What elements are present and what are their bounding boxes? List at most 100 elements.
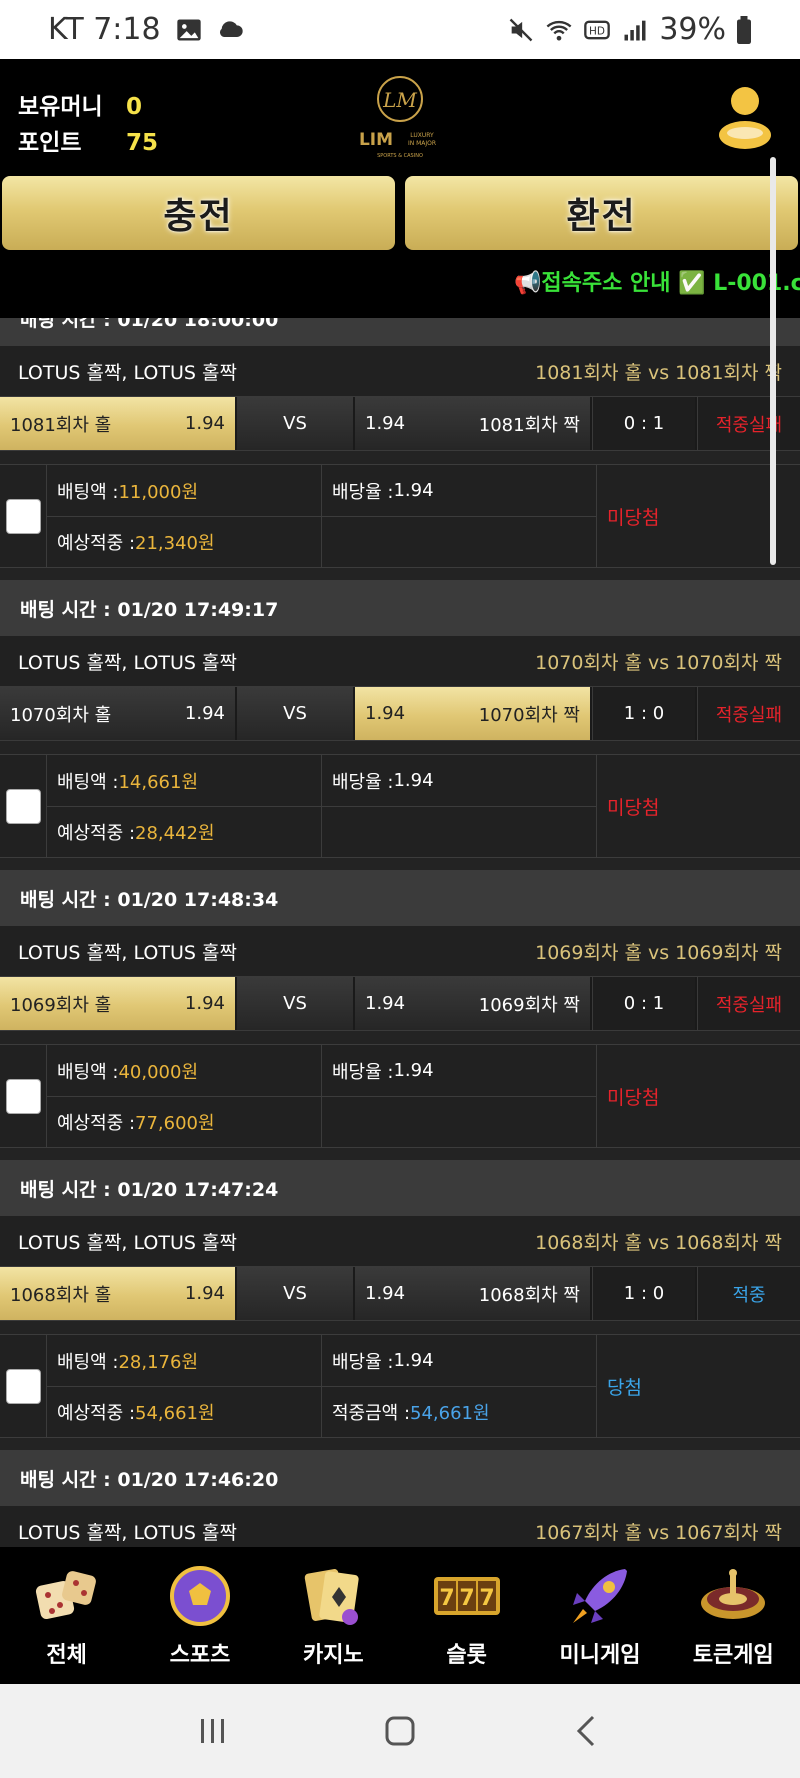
amount-cell: 배팅액 : 11,000원 [47, 465, 321, 516]
detail-col-left: 배팅액 : 11,000원 예상적중 : 21,340원 [47, 465, 322, 567]
charge-button[interactable]: 충전 [2, 176, 395, 250]
svg-text:IN MAJOR: IN MAJOR [408, 140, 436, 147]
vs-label: VS [283, 993, 307, 1014]
amount-cell: 배팅액 : 14,661원 [47, 755, 321, 806]
game-row: LOTUS 홀짝, LOTUS 홀짝 1068회차 홀 vs 1068회차 짝 [0, 1216, 800, 1266]
bet-time: 배팅 시간 : 01/20 17:48:34 [0, 870, 800, 926]
home-icon[interactable] [382, 1713, 418, 1749]
rate-value: 1.94 [393, 1350, 434, 1371]
result-badge: 적중실패 [697, 397, 800, 450]
away-label: 1081회차 짝 [478, 414, 580, 436]
svg-text:HD: HD [589, 25, 605, 37]
home-label: 1081회차 홀 [10, 414, 112, 436]
result-badge: 적중실패 [697, 977, 800, 1030]
cloud-notification-icon [219, 20, 243, 37]
bet-status: 당첨 [607, 1376, 642, 1399]
bet-time: 배팅 시간 : 01/20 18:00:00 [0, 318, 800, 346]
card-spacer [0, 1438, 800, 1450]
soccer-ball-icon [169, 1566, 230, 1626]
rate-label: 배당율 : [332, 1351, 394, 1373]
pick-away[interactable]: 1.94 1081회차 짝 [355, 397, 592, 450]
result-badge: 적중실패 [697, 687, 800, 740]
card-spacer [0, 1148, 800, 1160]
nav-token-game[interactable]: 토큰게임 [667, 1547, 800, 1684]
pick-away[interactable]: 1.94 1070회차 짝 [355, 687, 592, 740]
pick-home[interactable]: 1081회차 홀 1.94 [0, 397, 237, 450]
nav-casino[interactable]: 카지노 [267, 1547, 400, 1684]
win-amount-cell [322, 1096, 596, 1147]
bet-status: 미당첨 [607, 796, 660, 819]
amount-label: 배팅액 : [57, 1351, 119, 1373]
detail-col-right: 배당율 : 1.94 적중금액 : 54,661원 [322, 1335, 597, 1437]
bet-checkbox[interactable] [5, 498, 41, 534]
result-text: 적중실패 [715, 704, 783, 726]
user-profile-icon[interactable] [715, 81, 775, 153]
back-icon[interactable] [569, 1713, 605, 1749]
rate-value: 1.94 [393, 1060, 434, 1081]
match-title: 1067회차 홀 vs 1067회차 짝 [535, 1521, 782, 1544]
lim-logo[interactable]: LM LIM LUXURY IN MAJOR SPORTS & CASINO [350, 73, 452, 161]
bet-card: 배팅 시간 : 01/20 18:00:00 LOTUS 홀짝, LOTUS 홀… [0, 318, 800, 580]
pick-away[interactable]: 1.94 1068회차 짝 [355, 1267, 592, 1320]
money-label: 보유머니 [18, 94, 103, 120]
pick-vs: VS [237, 687, 355, 740]
signal-icon [624, 20, 646, 40]
rate-label: 배당율 : [332, 1061, 394, 1083]
home-label: 1070회차 홀 [10, 704, 112, 726]
logo-tag: SPORTS & CASINO [377, 153, 423, 159]
bet-checkbox[interactable] [5, 1078, 41, 1114]
bet-detail: 배팅액 : 11,000원 예상적중 : 21,340원 배당율 : 1.94 … [0, 464, 800, 568]
nav-minigame-label: 미니게임 [559, 1643, 641, 1668]
svg-text:LUXURY: LUXURY [410, 132, 434, 139]
scrollbar[interactable] [770, 157, 776, 565]
away-odds: 1.94 [365, 993, 406, 1014]
bet-time: 배팅 시간 : 01/20 17:46:20 [0, 1450, 800, 1506]
site-header: 보유머니 0 포인트 75 LM LIM LUXURY IN MAJOR SPORT… [0, 59, 800, 318]
pick-vs: VS [237, 1267, 355, 1320]
point-label: 포인트 [18, 130, 82, 156]
bet-checkbox[interactable] [5, 788, 41, 824]
score: 0 : 1 [592, 397, 697, 450]
exchange-button[interactable]: 환전 [405, 176, 798, 250]
expected-cell: 예상적중 : 21,340원 [47, 516, 321, 567]
bet-history-inner: 배팅 시간 : 01/20 18:00:00 LOTUS 홀짝, LOTUS 홀… [0, 318, 800, 1547]
rate-cell: 배당율 : 1.94 [322, 1045, 596, 1096]
system-navigation-bar [0, 1684, 800, 1778]
notice-marquee[interactable]: 📢접속주소 안내 ✅ L-001.co [514, 265, 800, 297]
pick-home[interactable]: 1070회차 홀 1.94 [0, 687, 237, 740]
match-title: 1070회차 홀 vs 1070회차 짝 [535, 651, 782, 674]
amount-label: 배팅액 : [57, 771, 119, 793]
amount-label: 배팅액 : [57, 481, 119, 503]
bet-history-list[interactable]: 배팅 시간 : 01/20 18:00:00 LOTUS 홀짝, LOTUS 홀… [0, 318, 800, 1547]
nav-all[interactable]: 전체 [0, 1547, 133, 1684]
wifi-icon [546, 20, 572, 40]
bet-card: 배팅 시간 : 01/20 17:46:20 LOTUS 홀짝, LOTUS 홀… [0, 1450, 800, 1547]
result-badge: 적중 [697, 1267, 800, 1320]
svg-text:LM: LM [382, 88, 417, 112]
card-spacer [0, 568, 800, 580]
score-value: 0 : 1 [623, 993, 665, 1014]
pick-row: 1069회차 홀 1.94 VS 1.94 1069회차 짝 0 : 1 적중실… [0, 976, 800, 1031]
detail-col-right: 배당율 : 1.94 [322, 755, 597, 857]
rate-label: 배당율 : [332, 771, 394, 793]
home-label: 1068회차 홀 [10, 1284, 112, 1306]
nav-minigame[interactable]: 미니게임 [533, 1547, 666, 1684]
match-title: 1069회차 홀 vs 1069회차 짝 [535, 941, 782, 964]
recent-apps-icon[interactable] [195, 1713, 231, 1749]
detail-col-left: 배팅액 : 40,000원 예상적중 : 77,600원 [47, 1045, 322, 1147]
score: 0 : 1 [592, 977, 697, 1030]
bet-time: 배팅 시간 : 01/20 17:49:17 [0, 580, 800, 636]
app-root: KT 7:18 HD 39% 보유머니 0 포인트 75 LM LIM LUXURY… [0, 0, 800, 1778]
expected-value: 54,661원 [135, 1403, 215, 1424]
pick-home[interactable]: 1068회차 홀 1.94 [0, 1267, 237, 1320]
expected-value: 21,340원 [135, 533, 215, 554]
score-value: 0 : 1 [623, 413, 665, 434]
pick-home[interactable]: 1069회차 홀 1.94 [0, 977, 237, 1030]
bet-checkbox[interactable] [5, 1368, 41, 1404]
pick-away[interactable]: 1.94 1069회차 짝 [355, 977, 592, 1030]
bet-card: 배팅 시간 : 01/20 17:47:24 LOTUS 홀짝, LOTUS 홀… [0, 1160, 800, 1450]
battery-percent: 39% [659, 12, 726, 47]
nav-slot[interactable]: 777 슬롯 [400, 1547, 533, 1684]
bet-card: 배팅 시간 : 01/20 17:48:34 LOTUS 홀짝, LOTUS 홀… [0, 870, 800, 1160]
nav-sports[interactable]: 스포츠 [133, 1547, 266, 1684]
